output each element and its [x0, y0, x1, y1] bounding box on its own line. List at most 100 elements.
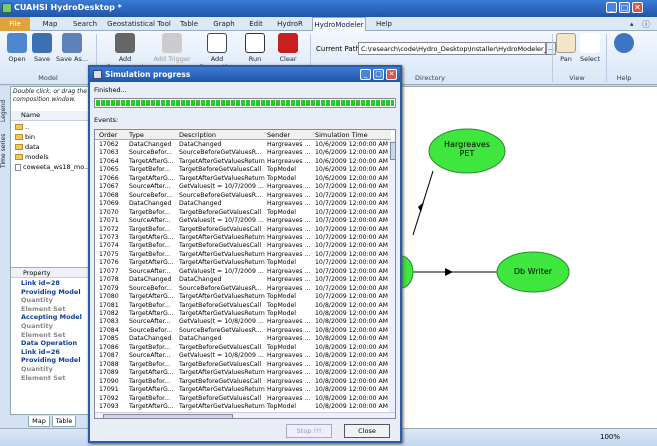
menu-help[interactable]: Help	[372, 17, 396, 31]
menu-hydromodeler[interactable]: HydroModeler	[312, 17, 366, 31]
list-item[interactable]: ..	[15, 123, 29, 132]
scroll-thumb[interactable]	[103, 414, 233, 418]
column-header-simulation-time[interactable]: Simulation Time	[315, 131, 368, 139]
property-item[interactable]: Element Set	[21, 374, 65, 382]
table-row[interactable]: 17085 DataChanged DataChanged Hargreaves ..…	[95, 335, 389, 343]
model-canvas[interactable]: Hargreaves PET Db Writer	[391, 86, 657, 428]
clear-button[interactable]: Clear	[276, 33, 300, 63]
property-item[interactable]: Providing Model	[21, 356, 81, 364]
menu-table[interactable]: Table	[176, 17, 202, 31]
property-item[interactable]: Element Set	[21, 305, 65, 313]
property-item[interactable]: Quantity	[21, 296, 53, 304]
dialog-minimize-icon[interactable]: _	[360, 69, 371, 80]
browse-path-button[interactable]: …	[546, 42, 556, 55]
stop-button[interactable]: Stop !!!	[286, 424, 332, 438]
table-row[interactable]: 17087 SourceAfter... GetValues(t = 10/8/20…	[95, 352, 389, 360]
menu-graph[interactable]: Graph	[210, 17, 238, 31]
table-row[interactable]: 17074 TargetBefor... TargetBeforeGetValues…	[95, 242, 389, 250]
events-table[interactable]: Order Type Description Sender Simulation…	[94, 129, 396, 419]
horizontal-scrollbar[interactable]	[95, 412, 395, 418]
table-row[interactable]: 17069 DataChanged DataChanged Hargreaves ..…	[95, 200, 389, 208]
menu-search[interactable]: Search	[70, 17, 100, 31]
table-row[interactable]: 17076 TargetAfterG... TargetAfterGetValues…	[95, 259, 389, 267]
menu-file[interactable]: File	[0, 17, 30, 31]
property-item[interactable]: Quantity	[21, 322, 53, 330]
close-icon[interactable]: ✕	[632, 2, 643, 13]
table-row[interactable]: 17088 TargetBefor... TargetBeforeGetValues…	[95, 361, 389, 369]
table-row[interactable]: 17073 TargetAfterG... TargetAfterGetValues…	[95, 234, 389, 242]
save-as-button[interactable]: Save As...	[54, 33, 90, 63]
vertical-scrollbar[interactable]	[389, 140, 395, 412]
table-row[interactable]: 17071 SourceAfter... GetValues(t = 10/7/20…	[95, 217, 389, 225]
table-row[interactable]: 17070 TargetBefor... TargetBeforeGetValues…	[95, 209, 389, 217]
tab-legend[interactable]: Legend	[0, 96, 10, 122]
table-row[interactable]: 17072 TargetBefor... TargetBeforeGetValues…	[95, 226, 389, 234]
property-item[interactable]: Link id=26	[21, 348, 60, 356]
table-row[interactable]: 17066 TargetAfterG... TargetAfterGetValues…	[95, 175, 389, 183]
tab-table[interactable]: Table	[52, 416, 76, 427]
menu-hydror[interactable]: HydroR	[274, 17, 306, 31]
tab-map[interactable]: Map	[28, 416, 50, 427]
list-item[interactable]: models	[15, 153, 49, 162]
table-row[interactable]: 17092 TargetBefor... TargetBeforeGetValues…	[95, 395, 389, 403]
table-row[interactable]: 17075 TargetBefor... TargetAfterGetValuesR…	[95, 251, 389, 259]
table-row[interactable]: 17086 TargetBefor... TargetBeforeGetValues…	[95, 344, 389, 352]
minimize-icon[interactable]: _	[606, 2, 617, 13]
help-button[interactable]	[612, 33, 636, 55]
column-header-type[interactable]: Type	[129, 131, 144, 139]
table-row[interactable]: 17090 TargetBefor... TargetBeforeGetValues…	[95, 378, 389, 386]
table-row[interactable]: 17093 TargetAfterG... TargetAfterGetValues…	[95, 403, 389, 411]
table-row[interactable]: 17063 SourceBefor... SourceBeforeGetValues…	[95, 149, 389, 157]
ribbon-minimize-icon[interactable]: ▴	[630, 20, 634, 28]
table-row[interactable]: 17065 TargetBefor... TargetBeforeGetValues…	[95, 166, 389, 174]
add-trigger-button[interactable]: Add Trigger	[150, 33, 194, 63]
table-row[interactable]: 17062 DataChanged DataChanged Hargreaves ..…	[95, 141, 389, 149]
table-row[interactable]: 17081 TargetBefor... TargetBeforeGetValues…	[95, 302, 389, 310]
pan-button[interactable]: Pan	[556, 33, 576, 63]
table-row[interactable]: 17082 TargetAfterG... TargetAfterGetValues…	[95, 310, 389, 318]
property-item[interactable]: Accepting Model	[21, 313, 82, 321]
table-row[interactable]: 17091 TargetAfterG... TargetAfterGetValues…	[95, 386, 389, 394]
open-button[interactable]: Open	[4, 33, 30, 63]
table-row[interactable]: 17064 TargetAfterG... TargetAfterGetValues…	[95, 158, 389, 166]
table-row[interactable]: 17077 SourceAfter... GetValues(t = 10/7/20…	[95, 268, 389, 276]
dialog-maximize-icon[interactable]: □	[373, 69, 384, 80]
maximize-icon[interactable]: □	[619, 2, 630, 13]
menu-map[interactable]: Map	[38, 17, 62, 31]
list-item[interactable]: data	[15, 143, 40, 152]
property-item[interactable]: Providing Model	[21, 288, 81, 296]
dialog-close-icon[interactable]: ✕	[386, 69, 397, 80]
save-button[interactable]: Save	[30, 33, 54, 63]
cell-type: TargetAfterG...	[129, 369, 174, 377]
property-header[interactable]: Property	[11, 267, 89, 278]
name-column-header[interactable]: Name	[11, 111, 89, 121]
table-row[interactable]: 17084 SourceBefor... SourceBeforeGetValues…	[95, 327, 389, 335]
table-row[interactable]: 17067 SourceAfter... GetValues(t = 10/7/20…	[95, 183, 389, 191]
table-row[interactable]: 17078 DataChanged DataChanged Hargreaves ..…	[95, 276, 389, 284]
list-item[interactable]: coweeta_ws18_mo...	[15, 163, 90, 172]
close-button[interactable]: Close	[344, 424, 390, 438]
property-item[interactable]: Quantity	[21, 365, 53, 373]
property-item[interactable]: Element Set	[21, 331, 65, 339]
column-header-sender[interactable]: Sender	[267, 131, 290, 139]
table-row[interactable]: 17079 SourceBefor... SourceBeforeGetValues…	[95, 285, 389, 293]
property-item[interactable]: Data Operation	[21, 339, 77, 347]
tab-time-series[interactable]: Time series	[0, 128, 10, 168]
cell-sender: Hargreaves ...	[267, 225, 311, 233]
list-item[interactable]: bin	[15, 133, 35, 142]
table-header: Order Type Description Sender Simulation…	[95, 130, 391, 140]
help-icon[interactable]: ⓘ	[642, 19, 650, 30]
scroll-thumb[interactable]	[390, 142, 395, 160]
menu-geostatistical[interactable]: Geostatistical Tool	[106, 17, 172, 31]
table-row[interactable]: 17083 SourceAfter... GetValues(t = 10/8/20…	[95, 318, 389, 326]
table-row[interactable]: 17089 TargetAfterG... TargetAfterGetValues…	[95, 369, 389, 377]
table-row[interactable]: 17068 SourceBefor... SourceBeforeGetValues…	[95, 192, 389, 200]
property-item[interactable]: Link id=28	[21, 279, 60, 287]
menu-edit[interactable]: Edit	[244, 17, 268, 31]
select-button[interactable]: Select	[578, 33, 602, 63]
current-path-field[interactable]: C:\research\code\Hydro_Desktop\Installer…	[358, 42, 557, 55]
table-row[interactable]: 17080 TargetAfterG... TargetAfterGetValues…	[95, 293, 389, 301]
run-button[interactable]: Run	[244, 33, 266, 63]
column-header-description[interactable]: Description	[179, 131, 216, 139]
column-header-order[interactable]: Order	[99, 131, 117, 139]
